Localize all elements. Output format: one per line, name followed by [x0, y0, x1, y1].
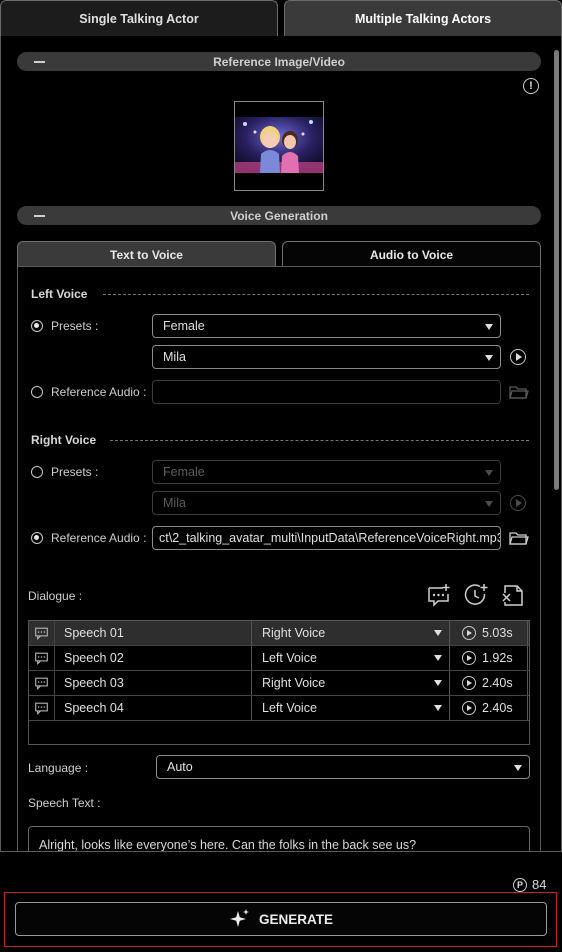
chevron-down-icon [514, 765, 522, 771]
right-voice-dropdown[interactable]: Mila [152, 491, 501, 515]
speech-text-area[interactable]: Alright, looks like everyone’s here. Can… [28, 826, 530, 851]
table-row[interactable]: Speech 02 Left Voice 1.92s [29, 646, 529, 671]
right-voice-value: Mila [163, 496, 186, 510]
reference-section-title: Reference Image/Video [213, 54, 345, 69]
left-voice-value: Mila [163, 350, 186, 364]
speech-bubble-icon [35, 621, 55, 645]
dialogue-table: Speech 01 Right Voice 5.03s Speech 02 Le… [28, 620, 530, 745]
scrollbar[interactable] [554, 50, 559, 490]
play-icon[interactable] [462, 701, 476, 715]
add-speech-icon[interactable] [426, 582, 452, 608]
divider [110, 440, 529, 441]
right-reference-audio-field[interactable]: ct\2_talking_avatar_multi\InputData\Refe… [152, 526, 501, 550]
left-preview-play-icon[interactable] [510, 349, 526, 365]
speech-voice[interactable]: Left Voice [262, 701, 317, 715]
play-icon[interactable] [462, 626, 476, 640]
right-reference-radio[interactable] [31, 532, 43, 544]
right-voice-title: Right Voice [31, 433, 97, 447]
right-gender-dropdown[interactable]: Female [152, 460, 501, 484]
divider [103, 294, 529, 295]
speech-name[interactable]: Speech 01 [64, 626, 124, 640]
table-row[interactable]: Speech 04 Left Voice 2.40s [29, 696, 529, 721]
speech-text-label: Speech Text : [28, 796, 101, 810]
generate-button[interactable]: GENERATE [15, 902, 547, 936]
speech-duration: 2.40s [482, 701, 513, 715]
chevron-down-icon[interactable] [434, 655, 442, 661]
speech-duration: 2.40s [482, 676, 513, 690]
dialogue-label: Dialogue : [28, 589, 83, 603]
chevron-down-icon [485, 355, 493, 361]
main-panel: Reference Image/Video ! Voice Generation… [0, 36, 562, 852]
left-presets-label: Presets : [51, 319, 99, 333]
voice-generation-section-title: Voice Generation [230, 208, 328, 223]
speech-bubble-icon [35, 646, 55, 670]
left-reference-radio[interactable] [31, 386, 43, 398]
speech-name[interactable]: Speech 02 [64, 651, 124, 665]
right-preview-play-icon[interactable] [510, 495, 526, 511]
reference-section-header[interactable]: Reference Image/Video [17, 52, 541, 71]
remove-speech-icon[interactable] [500, 582, 526, 608]
right-gender-value: Female [163, 465, 205, 479]
left-folder-icon[interactable] [509, 384, 529, 400]
language-label: Language : [28, 761, 89, 775]
tab-text-to-voice[interactable]: Text to Voice [17, 241, 276, 267]
info-icon[interactable]: ! [523, 78, 539, 94]
tab-single-talking-actor[interactable]: Single Talking Actor [0, 0, 278, 36]
left-reference-label: Reference Audio : [51, 385, 147, 399]
tab-multiple-talking-actors[interactable]: Multiple Talking Actors [284, 0, 562, 36]
sparkle-icon [229, 909, 249, 927]
right-folder-icon[interactable] [509, 530, 529, 546]
speech-voice[interactable]: Left Voice [262, 651, 317, 665]
chevron-down-icon [485, 470, 493, 476]
speech-bubble-icon [35, 671, 55, 695]
left-voice-dropdown[interactable]: Mila [152, 345, 501, 369]
table-row[interactable]: Speech 03 Right Voice 2.40s [29, 671, 529, 696]
speech-duration: 5.03s [482, 626, 513, 640]
chevron-down-icon[interactable] [434, 630, 442, 636]
reference-thumbnail[interactable] [234, 101, 324, 191]
left-gender-value: Female [163, 319, 205, 333]
left-gender-dropdown[interactable]: Female [152, 314, 501, 338]
generate-label: GENERATE [258, 911, 333, 927]
voice-generation-section-header[interactable]: Voice Generation [17, 206, 541, 225]
voice-mode-tabs: Text to Voice Audio to Voice [17, 241, 541, 267]
play-icon[interactable] [462, 651, 476, 665]
tab-audio-to-voice[interactable]: Audio to Voice [282, 241, 541, 267]
left-voice-title: Left Voice [31, 287, 88, 301]
language-value: Auto [167, 760, 193, 774]
speech-bubble-icon [35, 696, 55, 720]
left-reference-audio-field[interactable] [152, 380, 501, 404]
mode-tabs: Single Talking Actor Multiple Talking Ac… [0, 0, 562, 36]
speech-voice[interactable]: Right Voice [262, 676, 325, 690]
chevron-down-icon [485, 501, 493, 507]
table-row[interactable]: Speech 01 Right Voice 5.03s [29, 621, 529, 646]
speech-duration: 1.92s [482, 651, 513, 665]
right-reference-label: Reference Audio : [51, 531, 147, 545]
speech-name[interactable]: Speech 03 [64, 676, 124, 690]
collapse-icon[interactable] [34, 215, 45, 217]
credits-value: 84 [532, 877, 547, 892]
chevron-down-icon[interactable] [434, 705, 442, 711]
right-presets-radio[interactable] [31, 466, 43, 478]
right-presets-label: Presets : [51, 465, 99, 479]
speech-name[interactable]: Speech 04 [64, 701, 124, 715]
collapse-icon[interactable] [34, 61, 45, 63]
chevron-down-icon [485, 324, 493, 330]
points-icon: P [513, 877, 527, 892]
play-icon[interactable] [462, 676, 476, 690]
add-pause-icon[interactable] [463, 582, 489, 608]
reference-image [235, 102, 323, 190]
credits: P 84 [513, 877, 546, 892]
chevron-down-icon[interactable] [434, 680, 442, 686]
language-dropdown[interactable]: Auto [156, 755, 530, 779]
left-presets-radio[interactable] [31, 320, 43, 332]
speech-voice[interactable]: Right Voice [262, 626, 325, 640]
